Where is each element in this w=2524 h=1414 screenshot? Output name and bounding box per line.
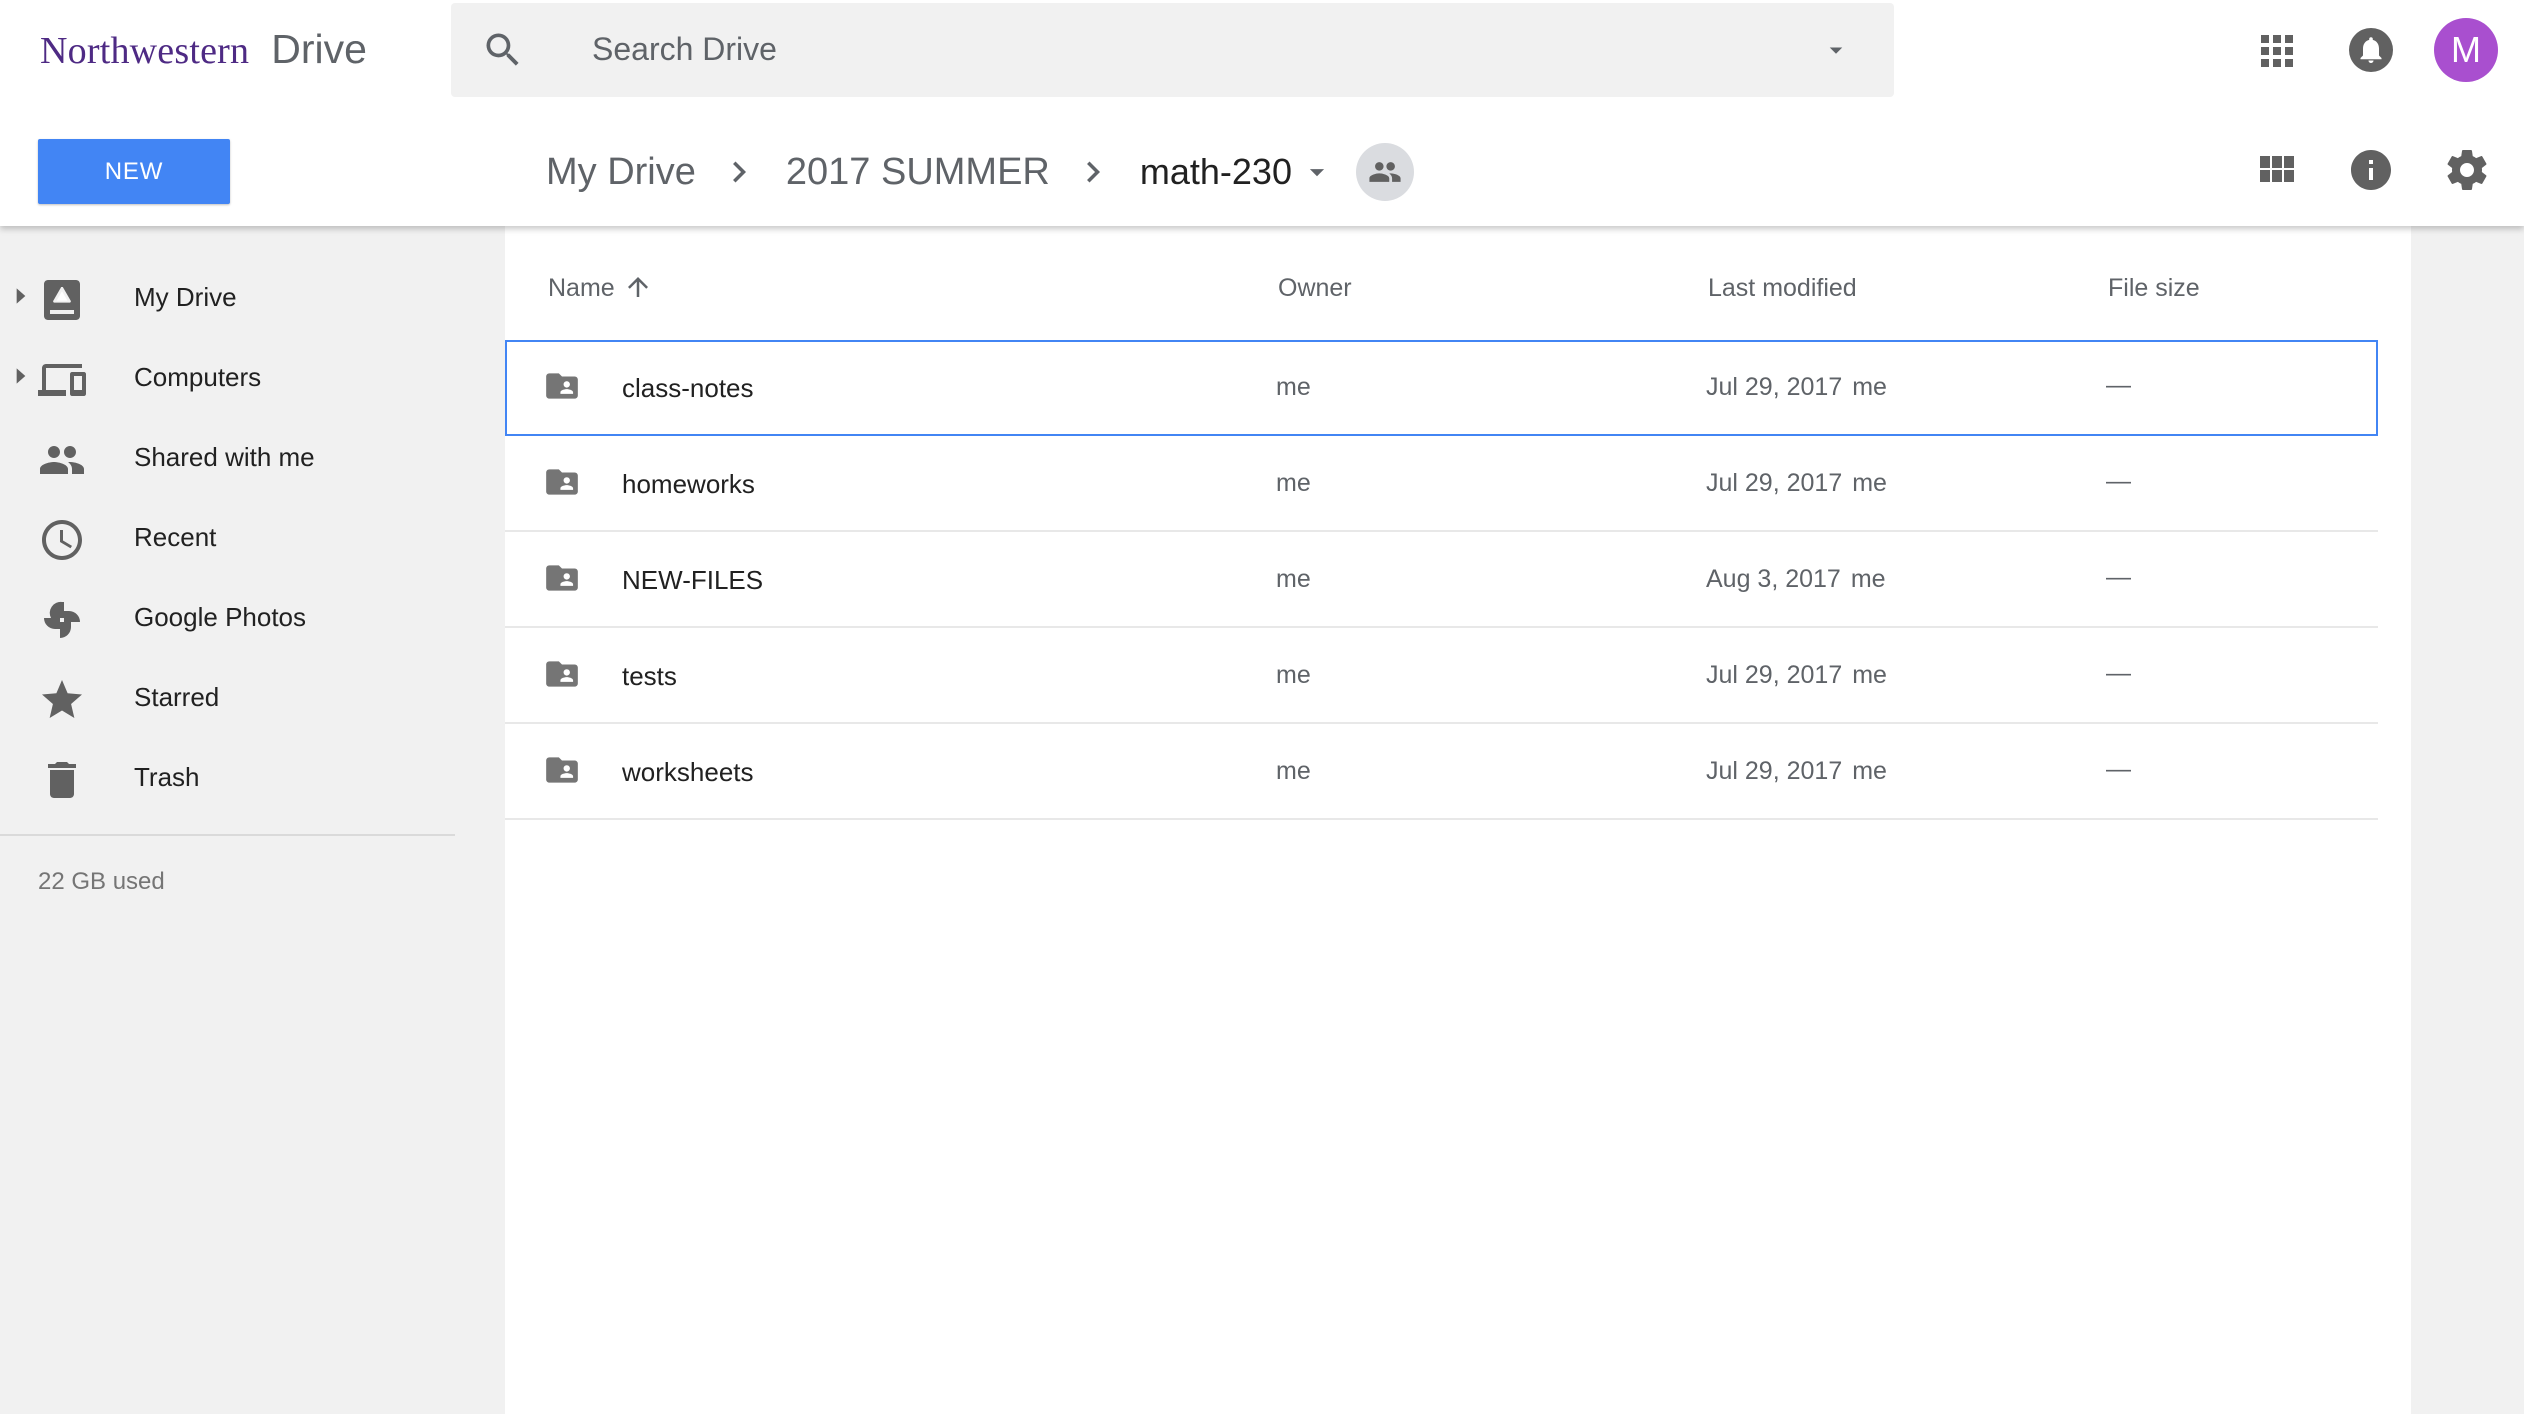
trash-icon <box>48 762 76 798</box>
shared-folder-icon <box>546 565 578 591</box>
folder-menu-caret-icon[interactable] <box>1300 155 1334 189</box>
shared-folder-icon <box>546 373 578 399</box>
storage-used[interactable]: 22 GB used <box>38 868 165 896</box>
breadcrumb-current-folder[interactable]: math-230 <box>1140 151 1292 193</box>
sidebar-item-shared-with-me[interactable]: Shared with me <box>0 416 455 496</box>
column-header-name-label: Name <box>548 274 615 302</box>
modified-by: me <box>1852 757 1887 785</box>
file-name: worksheets <box>622 757 754 787</box>
sidebar-item-label: Starred <box>134 682 220 712</box>
file-last-modified: Jul 29, 2017 me <box>1706 373 1887 402</box>
table-row[interactable]: tests me Jul 29, 2017 me — <box>505 628 2378 724</box>
file-last-modified: Jul 29, 2017 me <box>1706 661 1887 690</box>
breadcrumb-2017-summer[interactable]: 2017 SUMMER <box>786 151 1050 194</box>
brand-org: Northwestern <box>40 30 250 72</box>
file-owner: me <box>1276 565 1311 593</box>
sidebar-item-label: Computers <box>134 362 262 392</box>
file-name: NEW-FILES <box>622 565 764 595</box>
modified-by: me <box>1852 469 1887 497</box>
file-rows: class-notes me Jul 29, 2017 me — homework… <box>505 340 2378 820</box>
sidebar: My Drive Computers Shared with me Recent… <box>0 226 455 1414</box>
sidebar-item-computers[interactable]: Computers <box>0 336 455 416</box>
file-owner: me <box>1276 757 1311 785</box>
column-header-owner[interactable]: Owner <box>1278 274 1352 303</box>
sidebar-item-trash[interactable]: Trash <box>0 736 455 816</box>
column-header-file-size[interactable]: File size <box>2108 274 2200 303</box>
file-name: homeworks <box>622 469 755 499</box>
top-bar: Northwestern Drive Search Drive M NEW My… <box>0 0 2524 226</box>
table-row[interactable]: homeworks me Jul 29, 2017 me — <box>505 436 2378 532</box>
file-last-modified: Aug 3, 2017 me <box>1706 565 1886 594</box>
search-input[interactable]: Search Drive <box>592 31 777 68</box>
grid-view-icon[interactable] <box>2252 146 2300 194</box>
brand-product: Drive <box>271 26 367 72</box>
sidebar-item-label: Trash <box>134 762 200 792</box>
modified-date: Aug 3, 2017 <box>1706 565 1841 593</box>
file-owner: me <box>1276 469 1311 497</box>
sort-ascending-arrow-icon[interactable] <box>623 272 653 302</box>
file-last-modified: Jul 29, 2017 me <box>1706 757 1887 786</box>
chevron-right-icon <box>1086 161 1100 183</box>
clock-icon <box>42 520 82 560</box>
column-header-last-modified[interactable]: Last modified <box>1708 274 1857 303</box>
shared-folder-icon <box>546 661 578 687</box>
modified-date: Jul 29, 2017 <box>1706 757 1843 785</box>
search-options-caret-icon[interactable] <box>1821 35 1851 65</box>
expand-arrow-icon[interactable] <box>8 363 34 389</box>
search-icon[interactable] <box>481 28 525 72</box>
column-header-name[interactable]: Name <box>548 274 653 303</box>
file-size: — <box>2106 755 2131 783</box>
table-row[interactable]: worksheets me Jul 29, 2017 me — <box>505 724 2378 820</box>
new-button[interactable]: NEW <box>38 139 230 204</box>
sidebar-item-recent[interactable]: Recent <box>0 496 455 576</box>
computers-icon <box>38 364 86 396</box>
pinwheel-icon <box>44 601 80 638</box>
sidebar-item-label: Google Photos <box>134 602 307 632</box>
shared-folder-icon[interactable] <box>1355 143 1414 201</box>
sidebar-item-label: Shared with me <box>134 442 315 472</box>
sidebar-item-starred[interactable]: Starred <box>0 656 455 736</box>
file-size: — <box>2106 563 2131 591</box>
shared-folder-icon <box>546 469 578 495</box>
file-owner: me <box>1276 661 1311 689</box>
file-name: tests <box>622 661 677 691</box>
file-name: class-notes <box>622 373 754 403</box>
drive-icon <box>44 280 80 320</box>
modified-by: me <box>1852 661 1887 689</box>
sidebar-item-label: My Drive <box>134 282 237 312</box>
star-icon <box>42 680 82 718</box>
app-logo[interactable]: Northwestern Drive <box>40 26 367 78</box>
sidebar-item-label: Recent <box>134 522 217 552</box>
modified-date: Jul 29, 2017 <box>1706 469 1843 497</box>
people-icon <box>40 446 84 474</box>
file-size: — <box>2106 371 2131 399</box>
expand-arrow-icon[interactable] <box>8 283 34 309</box>
breadcrumb: My Drive 2017 SUMMER math-230 <box>546 142 1414 202</box>
file-last-modified: Jul 29, 2017 me <box>1706 469 1887 498</box>
sidebar-item-google-photos[interactable]: Google Photos <box>0 576 455 656</box>
info-icon[interactable] <box>2347 146 2395 194</box>
sidebar-item-my-drive[interactable]: My Drive <box>0 256 455 336</box>
table-row[interactable]: class-notes me Jul 29, 2017 me — <box>505 340 2378 436</box>
notifications-bell-icon[interactable] <box>2347 26 2395 74</box>
breadcrumb-my-drive[interactable]: My Drive <box>546 151 696 194</box>
modified-by: me <box>1850 565 1886 593</box>
shared-folder-icon <box>546 757 578 783</box>
file-list-panel: Name Owner Last modified File size class… <box>505 226 2411 1414</box>
file-size: — <box>2106 659 2131 687</box>
file-size: — <box>2106 467 2131 495</box>
file-owner: me <box>1276 373 1311 401</box>
modified-date: Jul 29, 2017 <box>1706 373 1843 401</box>
gear-icon[interactable] <box>2443 146 2491 194</box>
apps-grid-icon[interactable] <box>2253 27 2301 75</box>
chevron-right-icon <box>732 161 746 183</box>
table-row[interactable]: NEW-FILES me Aug 3, 2017 me — <box>505 532 2378 628</box>
account-avatar[interactable]: M <box>2434 18 2498 82</box>
modified-by: me <box>1852 373 1887 401</box>
sidebar-divider <box>0 834 455 836</box>
search-bar[interactable]: Search Drive <box>451 3 1894 97</box>
modified-date: Jul 29, 2017 <box>1706 661 1843 689</box>
